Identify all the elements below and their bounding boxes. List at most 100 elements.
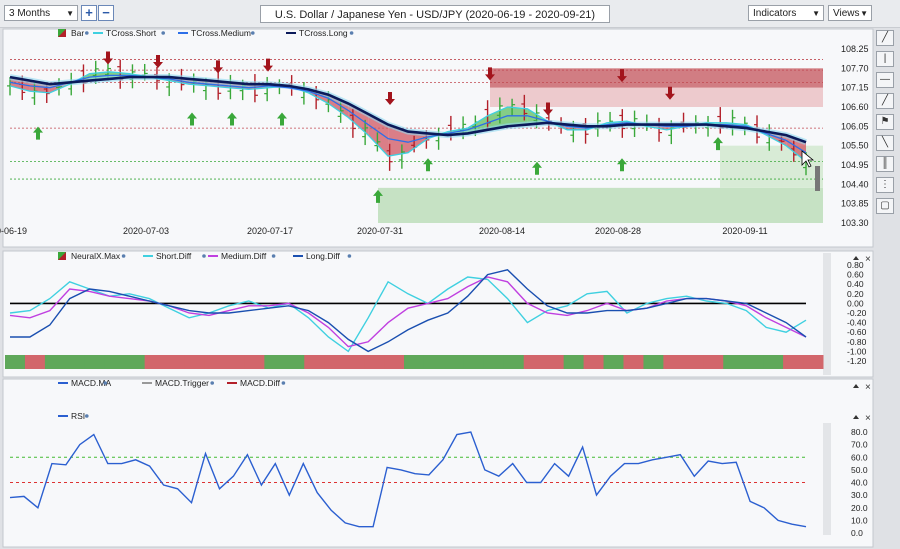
indicators-select[interactable]: Indicators ▼ bbox=[748, 5, 824, 21]
neuralx-signal-cell bbox=[503, 355, 525, 369]
neuralx-signal-cell bbox=[64, 355, 86, 369]
date-tick-label: 2020-06-19 bbox=[0, 226, 27, 236]
toolbar: 3 Months ▼ + − U.S. Dollar / Japanese Yen… bbox=[0, 0, 900, 28]
zoom-out-button[interactable]: − bbox=[98, 5, 114, 21]
drawing-tool-button[interactable]: — bbox=[876, 72, 894, 88]
neuralx-signal-cell bbox=[743, 355, 764, 369]
close-icon: × bbox=[865, 254, 871, 265]
neuralx-signal-cell bbox=[523, 355, 545, 369]
drawing-tool-button[interactable]: ╲ bbox=[876, 135, 894, 151]
nx-tick-label: -0.20 bbox=[847, 308, 867, 318]
legend-info-icon bbox=[210, 381, 214, 385]
neuralx-signal-cell bbox=[124, 355, 146, 369]
support-zone-upper bbox=[720, 145, 823, 188]
legend-label: TCross.Long bbox=[299, 28, 348, 38]
close-icon: × bbox=[865, 413, 871, 424]
legend-label: MACD.Diff bbox=[240, 378, 281, 388]
drawing-tool-button[interactable]: ▢ bbox=[876, 198, 894, 214]
nx-tick-label: 0.00 bbox=[847, 298, 864, 308]
neuralx-signal-cell bbox=[244, 355, 265, 369]
price-tick-label: 104.40 bbox=[841, 179, 869, 189]
neuralx-signal-cell bbox=[5, 355, 26, 369]
price-tick-label: 103.30 bbox=[841, 218, 869, 228]
neuralx-signal-cell bbox=[623, 355, 644, 369]
legend-info-icon bbox=[103, 381, 107, 385]
drawing-tool-button[interactable]: ⋮ bbox=[876, 177, 894, 193]
neuralx-signal-cell bbox=[583, 355, 605, 369]
legend-info-icon bbox=[349, 31, 354, 35]
neuralx-signal-cell bbox=[304, 355, 325, 369]
neuralx-signal-cell bbox=[463, 355, 485, 369]
drawing-tool-button[interactable]: ⚑ bbox=[876, 114, 894, 130]
legend-info-icon bbox=[347, 254, 352, 258]
date-tick-label: 2020-07-03 bbox=[123, 226, 169, 236]
legend-label: Long.Diff bbox=[306, 251, 341, 261]
neuralx-signal-cell bbox=[643, 355, 664, 369]
nx-tick-label: 0.20 bbox=[847, 289, 864, 299]
views-select[interactable]: Views ▼ bbox=[828, 5, 872, 21]
neuralx-signal-cell bbox=[483, 355, 505, 369]
scroll-handle bbox=[815, 166, 820, 191]
rsi-tick-label: 20.0 bbox=[851, 503, 868, 513]
legend-label: NeuralX.Max bbox=[71, 251, 121, 261]
neuralx-signal-cell bbox=[284, 355, 305, 369]
nx-tick-label: -0.60 bbox=[847, 327, 867, 337]
nx-tick-label: 0.60 bbox=[847, 270, 864, 280]
neuralx-signal-cell bbox=[443, 355, 465, 369]
neuralx-signal-cell bbox=[104, 355, 126, 369]
rsi-tick-label: 50.0 bbox=[851, 465, 868, 475]
zoom-in-button[interactable]: + bbox=[81, 5, 97, 21]
rsi-tick-label: 70.0 bbox=[851, 440, 868, 450]
drawing-tool-button[interactable]: ╱ bbox=[876, 93, 894, 109]
resistance-zone bbox=[490, 68, 823, 88]
period-select[interactable]: 3 Months ▼ bbox=[4, 5, 78, 21]
neuralx-signal-cell bbox=[543, 355, 565, 369]
period-select-label: 3 Months bbox=[9, 8, 51, 19]
legend-label: MACD.Trigger bbox=[155, 378, 209, 388]
resistance-zone-light bbox=[490, 87, 823, 107]
support-zone bbox=[378, 187, 823, 223]
legend-label: Medium.Diff bbox=[221, 251, 267, 261]
neuralx-signal-cell bbox=[803, 355, 824, 369]
legend-label: Short.Diff bbox=[156, 251, 192, 261]
legend-info-icon bbox=[281, 381, 286, 385]
nx-tick-label: -0.40 bbox=[847, 318, 867, 328]
chevron-down-icon: ▼ bbox=[860, 9, 868, 18]
neuralx-signal-cell bbox=[24, 355, 46, 369]
drawing-tool-button[interactable]: ╱ bbox=[876, 30, 894, 46]
neuralx-signal-cell bbox=[423, 355, 445, 369]
legend-info-icon bbox=[202, 254, 206, 258]
neuralx-signal-cell bbox=[144, 355, 166, 369]
price-tick-label: 103.85 bbox=[841, 199, 869, 209]
neuralx-signal-cell bbox=[44, 355, 66, 369]
neuralx-signal-cell bbox=[184, 355, 206, 369]
indicators-label: Indicators bbox=[753, 8, 797, 19]
drawing-tool-button[interactable]: | bbox=[876, 51, 894, 67]
rsi-tick-label: 0.0 bbox=[851, 528, 863, 538]
rsi-tick-label: 40.0 bbox=[851, 478, 868, 488]
neuralx-signal-cell bbox=[404, 355, 425, 369]
neuralx-signal-cell bbox=[84, 355, 106, 369]
legend-label: Bar bbox=[71, 28, 84, 38]
neuralx-signal-cell bbox=[324, 355, 345, 369]
nx-tick-label: -1.20 bbox=[847, 356, 867, 366]
neuralx-signal-cell bbox=[164, 355, 186, 369]
neuralx-signal-cell bbox=[703, 355, 724, 369]
legend-info-icon bbox=[251, 31, 255, 35]
neuralx-scrollbar[interactable] bbox=[823, 253, 831, 375]
price-tick-label: 106.05 bbox=[841, 121, 869, 131]
chevron-down-icon: ▼ bbox=[812, 9, 820, 18]
date-tick-label: 2020-08-28 bbox=[595, 226, 641, 236]
rsi-scrollbar[interactable] bbox=[823, 423, 831, 535]
nx-tick-label: 0.80 bbox=[847, 260, 864, 270]
rsi-tick-label: 10.0 bbox=[851, 515, 868, 525]
views-label: Views bbox=[833, 8, 860, 19]
neuralx-signal-cell bbox=[663, 355, 684, 369]
nx-tick-label: -0.80 bbox=[847, 337, 867, 347]
neuralx-signal-cell bbox=[763, 355, 784, 369]
drawing-tool-button[interactable]: ║ bbox=[876, 156, 894, 172]
neuralx-signal-cell bbox=[783, 355, 804, 369]
neuralx-signal-cell bbox=[344, 355, 365, 369]
neuralx-signal-cell bbox=[563, 355, 585, 369]
nx-tick-label: -1.00 bbox=[847, 346, 867, 356]
